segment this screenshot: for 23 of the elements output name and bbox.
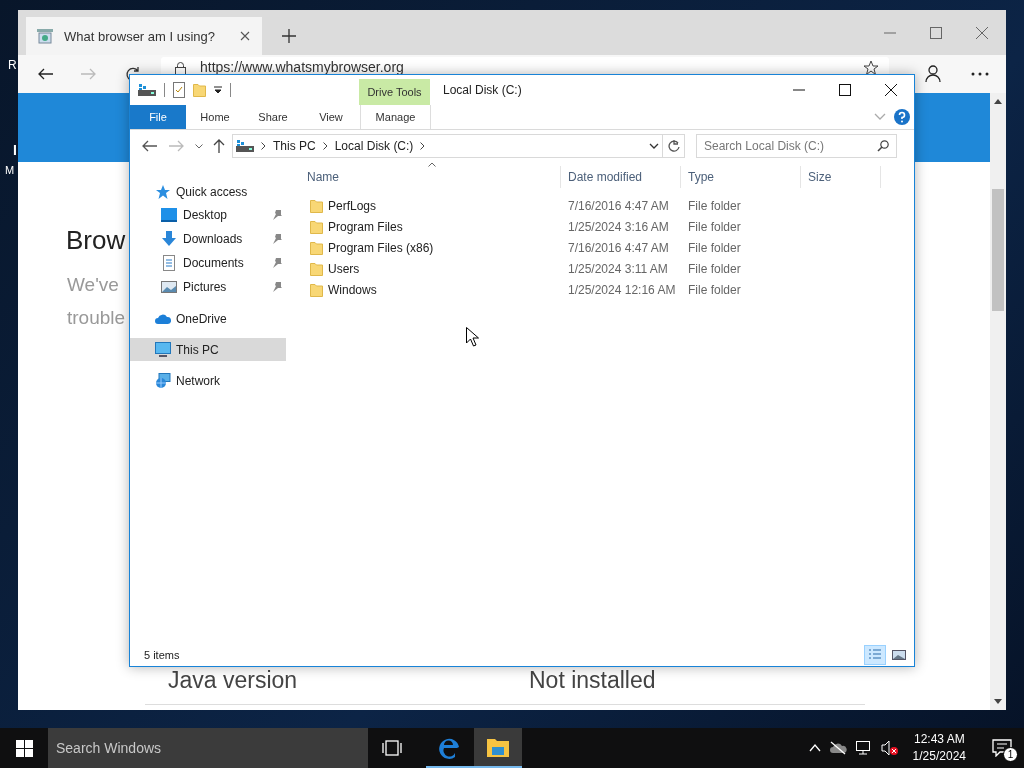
page-heading: Brow bbox=[66, 224, 126, 257]
type-cell-text: File folder bbox=[687, 197, 742, 215]
type-cell-text: File folder bbox=[687, 281, 742, 299]
window-title: Local Disk (C:) bbox=[443, 83, 522, 97]
intro-text: We've bbox=[67, 273, 119, 297]
notification-badge: 1 bbox=[1003, 747, 1018, 762]
context-tab-header: Drive Tools bbox=[359, 79, 430, 105]
info-value: Not installed bbox=[529, 667, 656, 694]
date-cell-text: 7/16/2016 4:47 AM bbox=[567, 197, 670, 215]
clock-date: 1/25/2024 bbox=[912, 748, 966, 765]
date-cell-text: 7/16/2016 4:47 AM bbox=[567, 239, 670, 257]
date-cell-text: 1/25/2024 12:16 AM bbox=[567, 281, 677, 299]
type-cell-text: File folder bbox=[687, 218, 742, 236]
type-cell-text: File folder bbox=[687, 239, 742, 257]
intro-text: trouble bbox=[67, 306, 126, 330]
date-cell-text: 1/25/2024 3:11 AM bbox=[567, 260, 669, 278]
url-text: https://www.whatsmybrowser.org bbox=[200, 60, 404, 74]
tab-title: What browser am I using? bbox=[64, 28, 216, 44]
clock-time: 12:43 AM bbox=[913, 731, 965, 748]
date-cell-text: 1/25/2024 3:16 AM bbox=[567, 218, 670, 236]
type-cell-text: File folder bbox=[687, 260, 742, 278]
info-label: Java version bbox=[168, 667, 299, 694]
status-text: 5 items bbox=[144, 649, 180, 661]
